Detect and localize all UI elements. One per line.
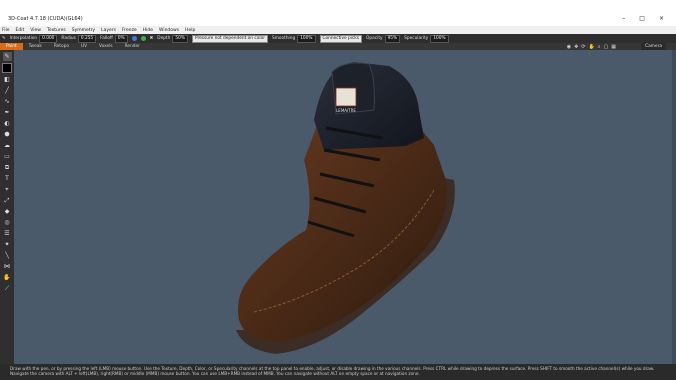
smudge-icon[interactable]: ☁ bbox=[3, 141, 12, 150]
bucket-icon[interactable]: ◆ bbox=[3, 207, 12, 216]
frame-icon[interactable]: ▢ bbox=[604, 44, 609, 50]
menu-help[interactable]: Help bbox=[185, 28, 195, 33]
menu-symmetry[interactable]: Symmetry bbox=[72, 28, 95, 33]
camera-dropdown[interactable]: Camera bbox=[641, 43, 666, 50]
left-toolbar: ✎ ◧ ╱ ∿ ✒ ◐ ⬢ ☁ ▭ ⧉ T ⌖ ⤢ ◆ ◎ ☰ ✦ ╲ ⋈ ✋ … bbox=[0, 50, 14, 366]
depth-control[interactable]: Depth 50% bbox=[157, 34, 188, 43]
clone-icon[interactable]: ⧉ bbox=[3, 163, 12, 172]
falloff-control[interactable]: Falloff 0% bbox=[100, 34, 128, 43]
falloff-label: Falloff bbox=[100, 36, 113, 41]
smoothing-label: Smoothing bbox=[271, 36, 296, 41]
falloff-field[interactable]: 0% bbox=[114, 34, 128, 43]
boot-logo-patch bbox=[335, 87, 357, 107]
specularity-label: Specularity bbox=[404, 36, 429, 41]
3d-viewport[interactable]: LEMAITRE bbox=[14, 50, 672, 364]
blue-channel-icon[interactable] bbox=[131, 36, 137, 41]
green-channel-icon[interactable] bbox=[140, 36, 146, 41]
boot-model: LEMAITRE bbox=[236, 62, 455, 354]
eraser-icon[interactable]: ▭ bbox=[3, 152, 12, 161]
interpolation-control[interactable]: Interpolation 0.000 bbox=[9, 34, 58, 43]
window-controls: – □ × bbox=[622, 15, 664, 22]
transform-icon[interactable]: ⤢ bbox=[3, 196, 12, 205]
status-bar: Draw with the pen, or by pressing the le… bbox=[0, 364, 676, 380]
menu-bar: File Edit View Textures Symmetry Layers … bbox=[0, 26, 676, 34]
view-toolbar: ◉ ✥ ⟳ ✋ ⌕ ▢ ▦ bbox=[567, 43, 616, 50]
menu-hide[interactable]: Hide bbox=[143, 28, 153, 33]
pressure-dropdown[interactable]: Pressure not dependent on color bbox=[191, 34, 268, 43]
close-icon[interactable]: ✖ bbox=[150, 36, 154, 41]
pick-dropdown[interactable]: Connective picks bbox=[319, 34, 363, 43]
brush-toolbar: ✎ Interpolation 0.000 Radius 0.255 Fallo… bbox=[0, 34, 676, 43]
brush-icon[interactable]: ✎ bbox=[2, 52, 12, 61]
grid-icon[interactable]: ▦ bbox=[611, 44, 616, 50]
tab-render[interactable]: Render bbox=[119, 43, 146, 50]
smoothing-control[interactable]: Smoothing 100% bbox=[271, 34, 316, 43]
ruler-icon[interactable]: ╲ bbox=[3, 251, 12, 260]
status-text: Draw with the pen, or by pressing the le… bbox=[10, 366, 655, 376]
mask-icon[interactable]: ◐ bbox=[3, 119, 12, 128]
tab-uv[interactable]: UV bbox=[75, 43, 93, 50]
zoom-icon[interactable]: ⌕ bbox=[598, 44, 601, 50]
radius-field[interactable]: 0.255 bbox=[77, 34, 97, 43]
specularity-field[interactable]: 100% bbox=[430, 34, 449, 43]
tab-tweak[interactable]: Tweak bbox=[23, 43, 48, 50]
line-icon[interactable]: ╱ bbox=[3, 86, 12, 95]
opacity-field[interactable]: 95% bbox=[384, 34, 401, 43]
sticker-icon[interactable]: ✦ bbox=[3, 240, 12, 249]
close-button[interactable]: × bbox=[659, 15, 664, 22]
layers-icon[interactable]: ☰ bbox=[3, 229, 12, 238]
menu-textures[interactable]: Textures bbox=[47, 28, 66, 33]
depth-label: Depth bbox=[157, 36, 171, 41]
pan-icon[interactable]: ✋ bbox=[588, 44, 594, 50]
opacity-control[interactable]: Opacity 95% bbox=[366, 34, 401, 43]
tab-paint[interactable]: Paint bbox=[0, 43, 23, 50]
interpolation-label: Interpolation bbox=[9, 36, 38, 41]
menu-windows[interactable]: Windows bbox=[159, 28, 179, 33]
camera-icon[interactable]: ◉ bbox=[567, 44, 571, 50]
menu-view[interactable]: View bbox=[30, 28, 41, 33]
move-icon[interactable]: ✥ bbox=[574, 44, 578, 50]
stamp-icon[interactable]: ⬢ bbox=[3, 130, 12, 139]
knife-icon[interactable]: ⟋ bbox=[3, 284, 12, 293]
opacity-label: Opacity bbox=[366, 36, 383, 41]
window-title: 3D-Coat 4.7.18 (CUDA)(GL64) bbox=[8, 16, 83, 22]
boot-logo-text: LEMAITRE bbox=[336, 108, 356, 113]
rotate-icon[interactable]: ⟳ bbox=[581, 44, 585, 50]
interpolation-field[interactable]: 0.000 bbox=[39, 34, 58, 43]
color-swatch[interactable] bbox=[2, 63, 12, 73]
menu-layers[interactable]: Layers bbox=[101, 28, 116, 33]
picker-icon[interactable]: ⌖ bbox=[3, 185, 12, 194]
pen-icon[interactable]: ✒ bbox=[3, 108, 12, 117]
hand-icon[interactable]: ✋ bbox=[3, 273, 12, 282]
curve-icon[interactable]: ∿ bbox=[3, 97, 12, 106]
specularity-control[interactable]: Specularity 100% bbox=[404, 34, 449, 43]
butterfly-icon[interactable]: ⋈ bbox=[3, 262, 12, 271]
menu-freeze[interactable]: Freeze bbox=[122, 28, 137, 33]
tab-retopo[interactable]: Retopo bbox=[48, 43, 75, 50]
menu-file[interactable]: File bbox=[2, 28, 10, 33]
radius-control[interactable]: Radius 0.255 bbox=[61, 34, 97, 43]
maximize-button[interactable]: □ bbox=[639, 15, 645, 22]
right-edge-strip bbox=[672, 50, 676, 364]
radius-label: Radius bbox=[61, 36, 76, 41]
fill-icon[interactable]: ◧ bbox=[3, 75, 12, 84]
tab-voxels[interactable]: Voxels bbox=[93, 43, 119, 50]
window-titlebar: 3D-Coat 4.7.18 (CUDA)(GL64) – □ × bbox=[0, 0, 676, 26]
minimize-button[interactable]: – bbox=[622, 15, 625, 22]
menu-edit[interactable]: Edit bbox=[16, 28, 25, 33]
text-tool-icon[interactable]: T bbox=[3, 174, 12, 183]
room-tabs: Paint Tweak Retopo UV Voxels Render ◉ ✥ … bbox=[0, 43, 676, 50]
eye-icon[interactable]: ◎ bbox=[3, 218, 12, 227]
smoothing-field[interactable]: 100% bbox=[297, 34, 316, 43]
depth-field[interactable]: 50% bbox=[172, 34, 188, 43]
brush-preset-icon[interactable]: ✎ bbox=[2, 36, 6, 41]
